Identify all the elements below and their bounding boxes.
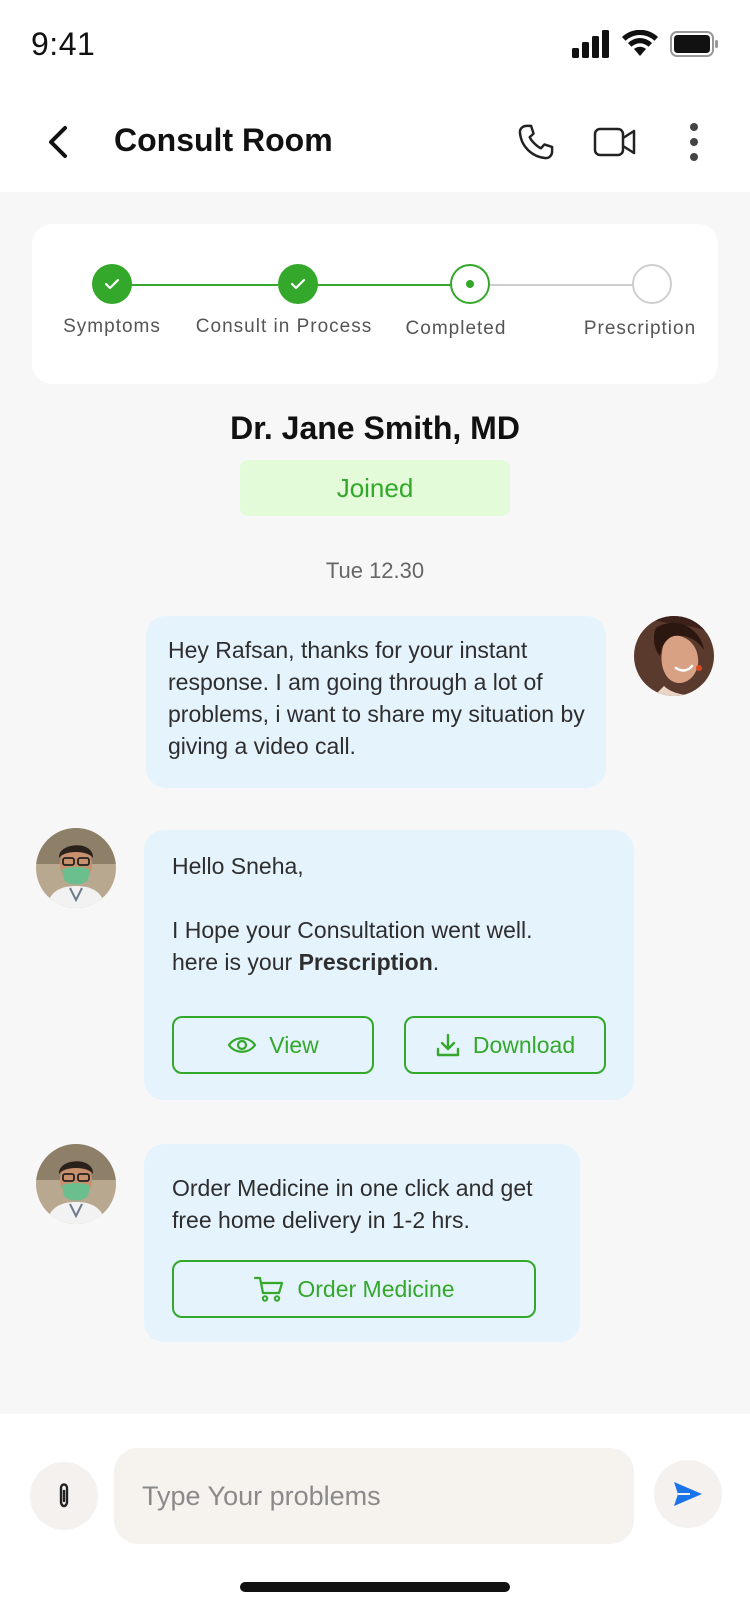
home-indicator [240,1582,510,1592]
order-medicine-button-label: Order Medicine [297,1276,455,1302]
step-consult-marker [278,264,318,304]
stepper-line-3 [490,284,652,286]
prescription-link-text: Prescription [298,949,433,975]
order-medicine-text: Order Medicine in one click and get free… [172,1175,533,1233]
status-bar: 9:41 [0,0,750,100]
patient-message-text: Hey Rafsan, thanks for your instant resp… [168,637,585,759]
send-icon [674,1482,702,1506]
patient-message-bubble: Hey Rafsan, thanks for your instant resp… [146,616,606,788]
check-icon [104,278,120,290]
download-prescription-button[interactable]: Download [404,1016,606,1074]
video-camera-icon [593,127,636,157]
battery-icon [670,30,718,62]
cart-icon [254,1276,284,1302]
call-button[interactable] [512,118,560,166]
doctor-name: Dr. Jane Smith, MD [230,410,520,446]
check-icon [290,278,306,290]
step-label-completed: Completed [405,318,507,339]
step-completed-marker [450,264,490,304]
prescription-line-prefix: here is your [172,949,299,975]
download-button-label: Download [472,1032,576,1058]
more-vertical-icon [690,123,698,161]
status-icons [572,29,718,63]
video-call-button[interactable] [590,118,640,166]
message-composer [0,1414,750,1624]
order-medicine-message-bubble: Order Medicine in one click and get free… [144,1144,580,1342]
paperclip-icon [59,1483,69,1508]
send-button[interactable] [654,1460,722,1528]
prescription-message-bubble: Hello Sneha, I Hope your Consultation we… [144,830,634,1100]
doctor-avatar [36,828,116,908]
prescription-line: here is your Prescription. [172,946,439,978]
step-label-consult: Consult in Process [195,316,373,337]
page-title: Consult Room [114,122,333,158]
view-prescription-button[interactable]: View [172,1016,374,1074]
eye-icon [227,1037,257,1053]
status-badge: Joined [240,460,510,516]
patient-avatar [634,616,714,696]
step-label-symptoms: Symptoms [63,316,161,337]
back-arrow-icon [49,126,67,158]
message-input[interactable] [114,1448,634,1544]
phone-icon [518,124,554,160]
status-time: 9:41 [31,26,96,62]
prescription-line-suffix: . [432,949,440,975]
consult-progress-stepper: Symptoms Consult in Process Completed Pr… [32,224,718,384]
wifi-icon [622,29,658,63]
signal-icon [572,29,610,63]
attach-button[interactable] [30,1462,98,1530]
view-button-label: View [269,1032,319,1058]
step-prescription-marker [632,264,672,304]
current-step-dot [466,280,474,288]
chat-date-separator: Tue 12.30 [325,558,425,583]
app-header: Consult Room [0,100,750,192]
consultation-text: I Hope your Consultation went well. [172,917,533,943]
back-button[interactable] [38,120,78,164]
greeting-text: Hello Sneha, [172,853,304,879]
download-icon [436,1033,460,1057]
more-options-button[interactable] [682,118,706,166]
doctor-avatar [36,1144,116,1224]
stepper-line-2 [298,284,470,286]
step-symptoms-marker [92,264,132,304]
stepper-line-1 [112,284,278,286]
step-label-prescription: Prescription [583,318,697,339]
order-medicine-button[interactable]: Order Medicine [172,1260,536,1318]
